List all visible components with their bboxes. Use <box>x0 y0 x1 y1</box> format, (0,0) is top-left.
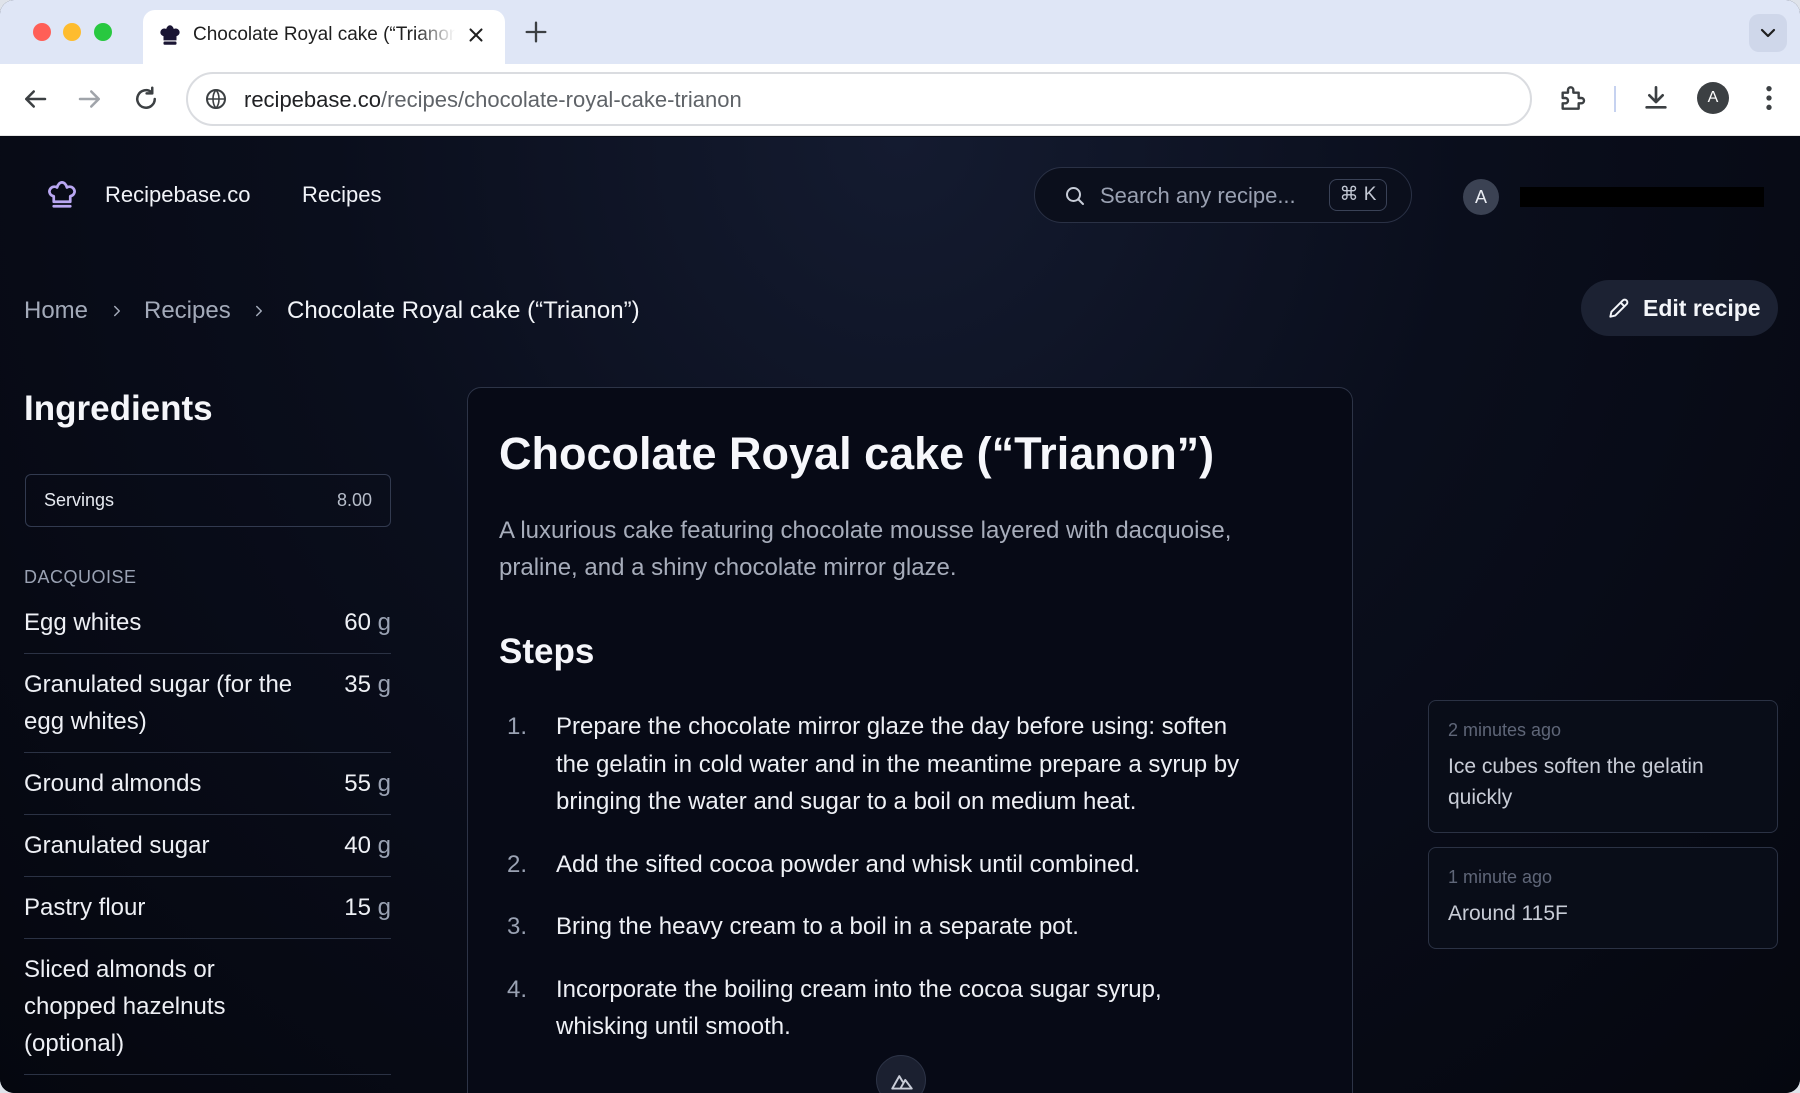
user-avatar[interactable]: A <box>1463 179 1499 215</box>
reload-icon[interactable] <box>131 84 161 114</box>
comment-text: Around 115F <box>1448 902 1568 925</box>
ingredient-quantity: 60 g <box>344 609 391 636</box>
minimize-window-button[interactable] <box>63 23 81 41</box>
browser-profile-avatar[interactable]: A <box>1697 82 1729 114</box>
breadcrumb-current: Chocolate Royal cake (“Trianon”) <box>287 297 640 324</box>
ingredient-quantity: 35 g <box>344 671 391 698</box>
ingredient-quantity: 55 g <box>344 770 391 797</box>
step-item[interactable]: 2. Add the sifted cocoa powder and whisk… <box>499 846 1259 884</box>
step-text: Add the sifted cocoa powder and whisk un… <box>556 850 1141 878</box>
kebab-menu-icon[interactable] <box>1753 82 1785 114</box>
step-comment[interactable]: 2 minutes ago Ice cubes soften the gelat… <box>1428 700 1778 833</box>
step-text: Bring the heavy cream to a boil in a sep… <box>556 913 1079 940</box>
search-icon <box>1066 187 1084 205</box>
step-text: Prepare the chocolate mirror glaze the d… <box>556 713 1240 815</box>
ingredient-row: Granulated sugar (for the egg whites) 35… <box>24 654 391 753</box>
steps-list: 1. Prepare the chocolate mirror glaze th… <box>499 708 1259 1071</box>
back-arrow-icon[interactable] <box>20 84 50 114</box>
step-number: 3. <box>507 913 528 940</box>
redacted-user-name <box>1520 187 1764 207</box>
search-placeholder: Search any recipe... <box>1100 183 1296 208</box>
browser-window: Chocolate Royal cake (“Trianon”) recipeb… <box>0 0 1800 1093</box>
download-icon[interactable] <box>1640 82 1672 114</box>
active-tab[interactable]: Chocolate Royal cake (“Trianon”) <box>143 10 505 64</box>
brand-link[interactable]: Recipebase.co <box>105 181 251 209</box>
ingredient-name: Sliced almonds or chopped hazelnuts (opt… <box>24 956 226 1057</box>
chevron-down-icon <box>1760 28 1776 38</box>
step-item[interactable]: 1. Prepare the chocolate mirror glaze th… <box>499 708 1259 821</box>
ingredient-quantity: 40 g <box>344 832 391 859</box>
ingredient-row: Sliced almonds or chopped hazelnuts (opt… <box>24 939 391 1075</box>
close-window-button[interactable] <box>33 23 51 41</box>
nuxt-devtools-icon <box>891 1075 913 1090</box>
toolbar-divider <box>1614 86 1616 112</box>
ingredient-row: Ground almonds 55 g <box>24 753 391 815</box>
ingredient-name: Egg whites <box>24 609 142 636</box>
ingredient-list: Egg whites 60 g Granulated sugar (for th… <box>24 592 391 1075</box>
ingredient-section-label: DACQUOISE <box>24 567 137 587</box>
breadcrumb-recipes[interactable]: Recipes <box>144 293 231 329</box>
step-comment[interactable]: 1 minute ago Around 115F <box>1428 847 1778 949</box>
chef-hat-icon[interactable] <box>44 177 80 213</box>
comment-timestamp: 2 minutes ago <box>1448 720 1562 740</box>
search-shortcut-badge: ⌘ K <box>1329 179 1387 211</box>
step-item[interactable]: 3. Bring the heavy cream to a boil in a … <box>499 908 1259 946</box>
steps-heading: Steps <box>499 632 595 671</box>
site-header: Recipebase.co Recipes Search any recipe.… <box>0 137 1800 257</box>
nav-link-recipes[interactable]: Recipes <box>302 181 381 209</box>
close-icon[interactable] <box>465 24 487 46</box>
tab-strip: Chocolate Royal cake (“Trianon”) <box>0 0 1800 64</box>
breadcrumb-home[interactable]: Home <box>24 293 88 329</box>
pencil-icon <box>1609 298 1629 318</box>
ingredients-heading: Ingredients <box>24 389 213 428</box>
chevron-right-icon <box>256 305 262 317</box>
plus-icon[interactable] <box>522 18 550 46</box>
ingredient-name: Pastry flour <box>24 894 146 921</box>
chef-hat-icon <box>160 25 180 45</box>
ingredient-row: Pastry flour 15 g <box>24 877 391 939</box>
step-number: 2. <box>507 850 528 878</box>
comment-text: Ice cubes soften the gelatin quickly <box>1448 755 1704 809</box>
search-input[interactable]: Search any recipe... ⌘ K <box>1034 167 1412 223</box>
recipe-title: Chocolate Royal cake (“Trianon”) <box>499 428 1215 479</box>
step-item[interactable]: 4. Incorporate the boiling cream into th… <box>499 971 1259 1046</box>
ingredient-name: Granulated sugar (for the egg whites) <box>24 671 293 735</box>
url-text: recipebase.co/recipes/chocolate-royal-ca… <box>244 87 742 112</box>
ingredient-name: Ground almonds <box>24 770 202 797</box>
forward-arrow-icon[interactable] <box>75 84 105 114</box>
chevron-right-icon <box>114 305 120 317</box>
zoom-window-button[interactable] <box>94 23 112 41</box>
ingredient-row: Egg whites 60 g <box>24 592 391 654</box>
site-info-icon[interactable] <box>204 87 228 111</box>
recipe-page: Recipebase.co Recipes Search any recipe.… <box>0 137 1800 1093</box>
tab-search-button[interactable] <box>1749 14 1787 52</box>
recipe-description: A luxurious cake featuring chocolate mou… <box>499 517 1232 581</box>
servings-field[interactable]: Servings 8.00 <box>25 474 391 527</box>
servings-value[interactable]: 8.00 <box>337 489 372 511</box>
comment-timestamp: 1 minute ago <box>1448 867 1553 887</box>
servings-label: Servings <box>44 490 115 510</box>
edit-recipe-button[interactable]: Edit recipe <box>1581 280 1778 336</box>
step-number: 4. <box>507 975 528 1003</box>
ingredient-row: Granulated sugar 40 g <box>24 815 391 877</box>
ingredient-quantity: 15 g <box>344 894 391 921</box>
recipe-card: Chocolate Royal cake (“Trianon”) A luxur… <box>467 387 1353 1093</box>
edit-recipe-label: Edit recipe <box>1643 295 1761 321</box>
ingredient-name: Granulated sugar <box>24 832 210 859</box>
extensions-icon[interactable] <box>1556 82 1588 114</box>
step-text: Incorporate the boiling cream into the c… <box>556 975 1162 1041</box>
browser-toolbar: recipebase.co/recipes/chocolate-royal-ca… <box>0 64 1800 136</box>
address-bar[interactable]: recipebase.co/recipes/chocolate-royal-ca… <box>186 72 1532 126</box>
step-number: 1. <box>507 713 528 740</box>
tab-title: Chocolate Royal cake (“Trianon”) <box>193 24 455 45</box>
